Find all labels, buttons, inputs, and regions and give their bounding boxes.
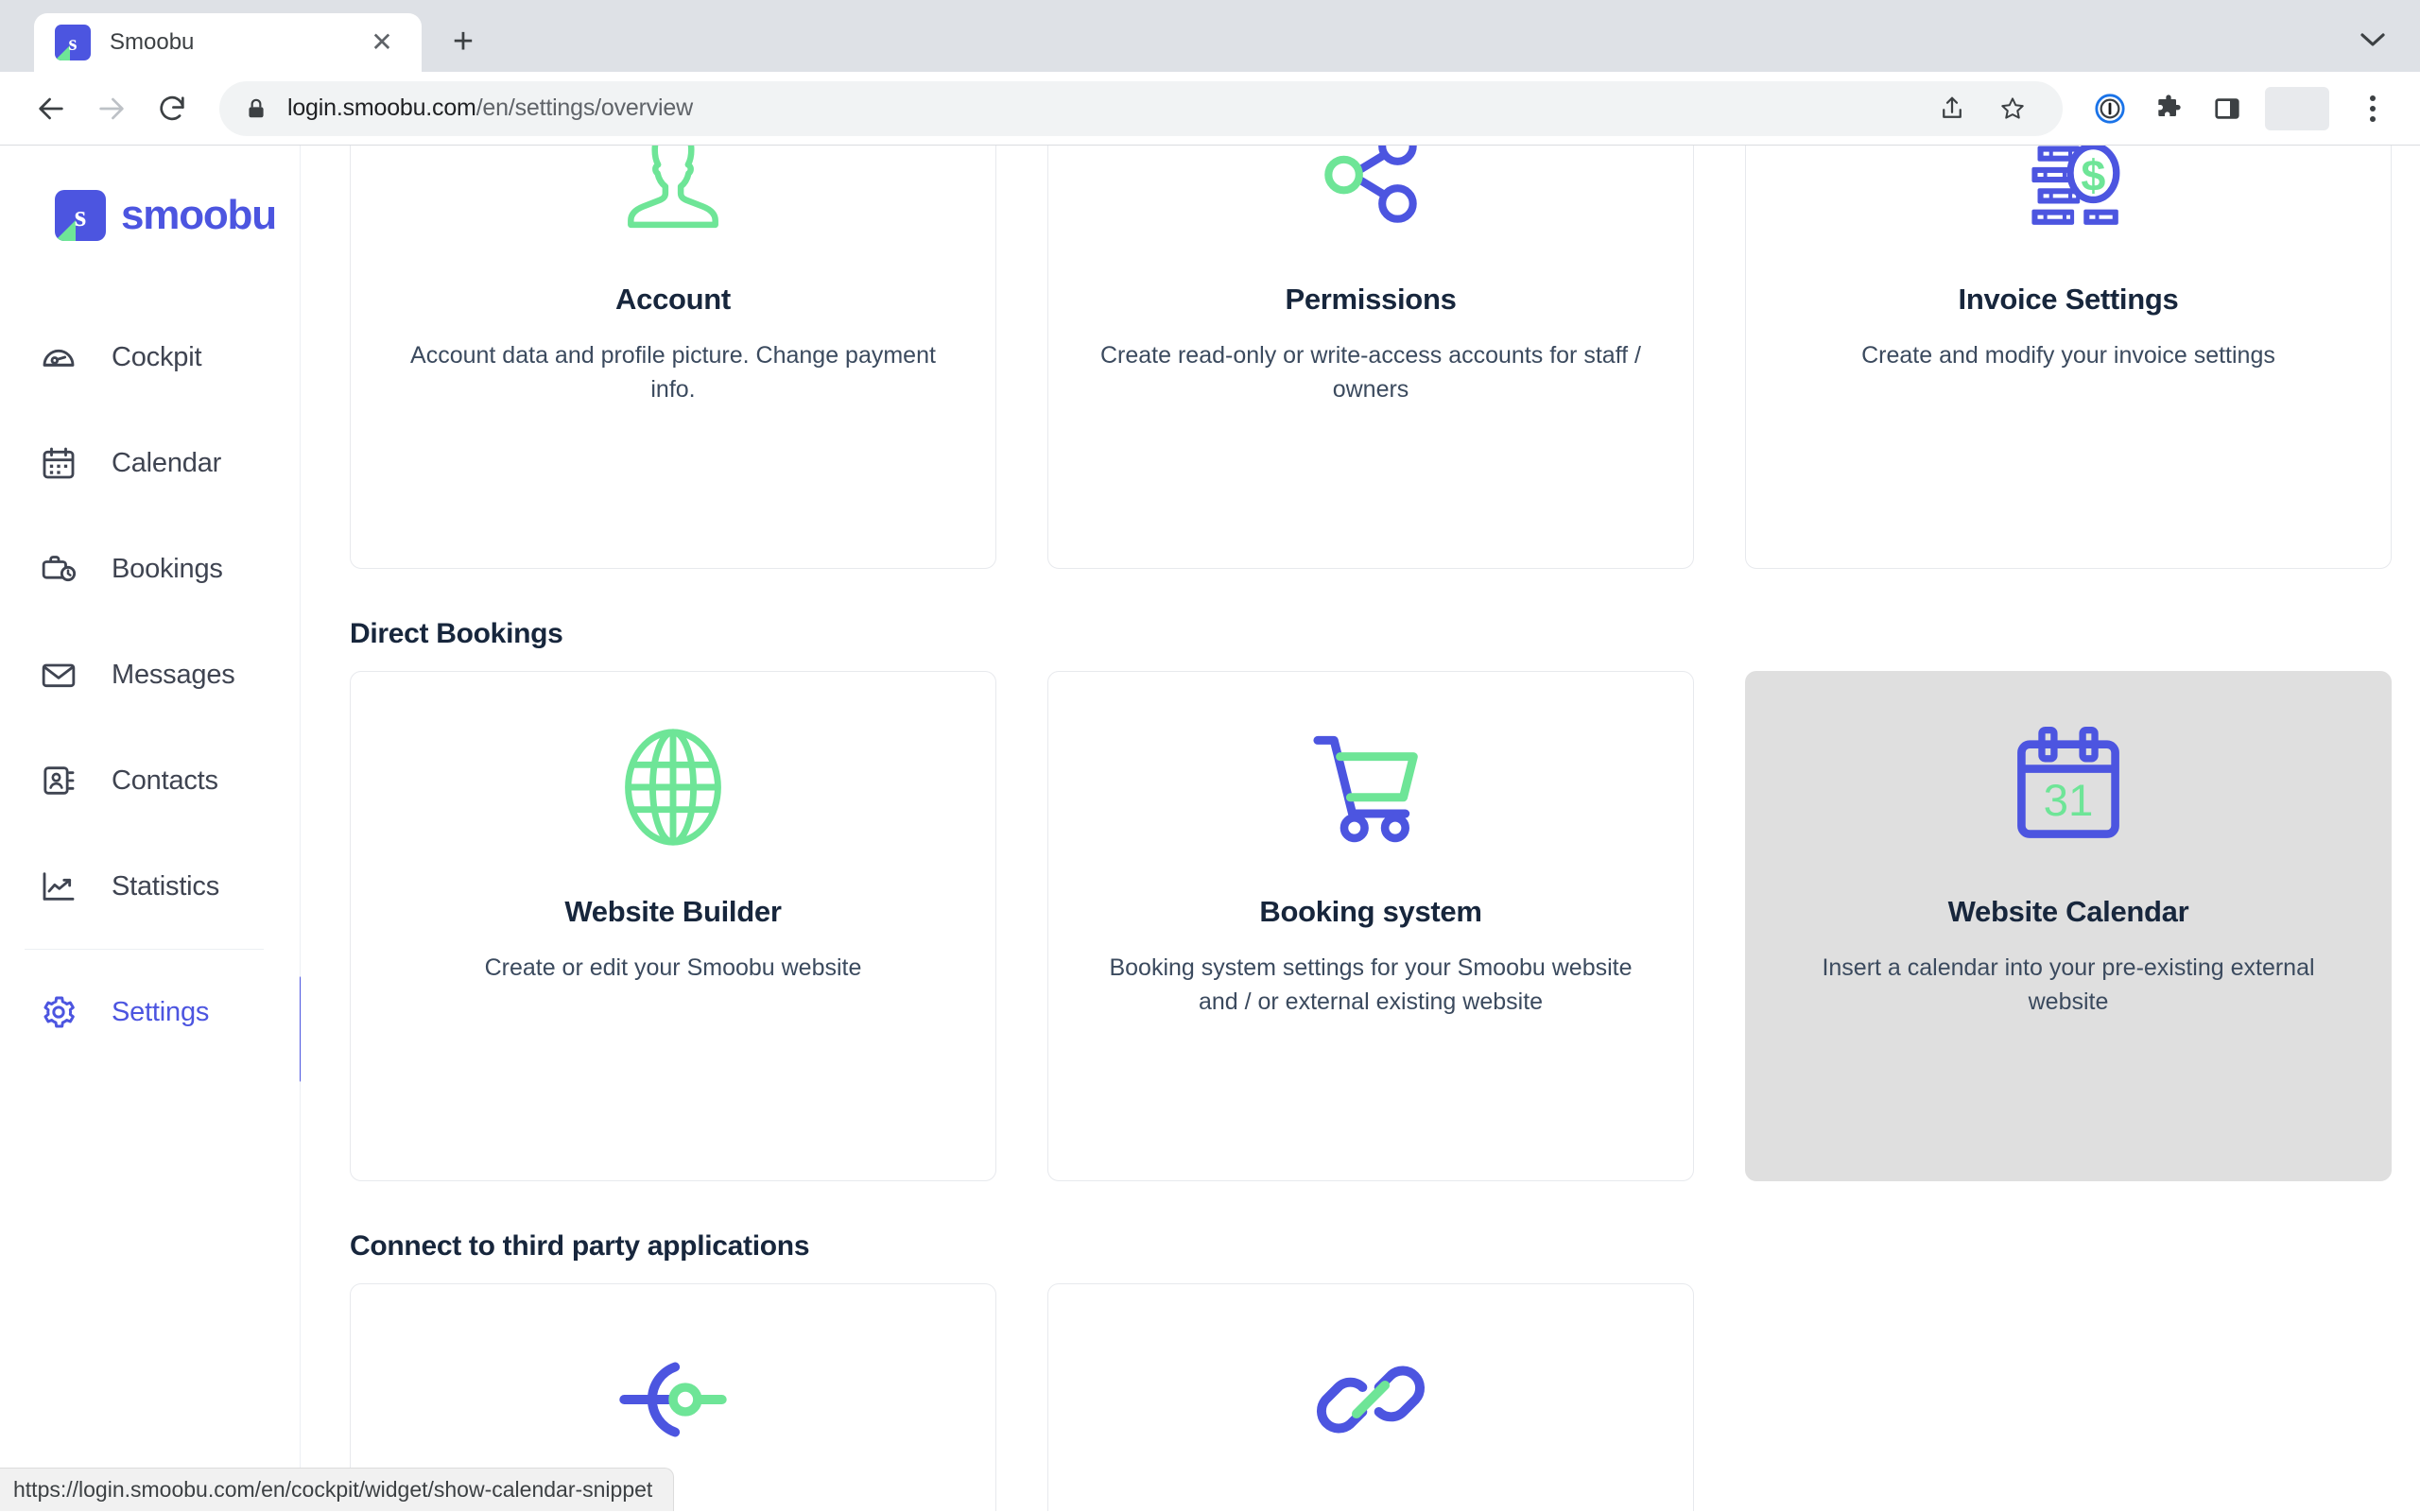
calendar-icon bbox=[40, 444, 89, 482]
browser-menu-icon[interactable] bbox=[2346, 82, 2399, 135]
browser-tab-smoobu[interactable]: s Smoobu ✕ bbox=[34, 13, 422, 72]
reload-icon[interactable] bbox=[142, 78, 202, 139]
card-description: Account data and profile picture. Change… bbox=[410, 342, 936, 403]
sidebar: s smoobu Cockpit Calendar Bookings Messa… bbox=[0, 146, 308, 1511]
address-bar[interactable]: login.smoobu.com/en/settings/overview bbox=[219, 80, 2063, 136]
messages-icon bbox=[40, 656, 89, 694]
profile-avatar[interactable] bbox=[2265, 86, 2329, 130]
sidebar-item-label: Statistics bbox=[112, 870, 220, 902]
card-title: Website Calendar bbox=[1947, 895, 2189, 928]
omnibox-actions bbox=[1927, 83, 2038, 134]
card-account[interactable]: Account Account data and profile picture… bbox=[350, 146, 996, 569]
person-icon bbox=[612, 146, 735, 250]
close-icon[interactable]: ✕ bbox=[363, 24, 401, 61]
shopping-cart-icon bbox=[1305, 712, 1436, 863]
favicon-letter: s bbox=[68, 30, 78, 55]
card-description: Create or edit your Smoobu website bbox=[484, 954, 862, 981]
settings-card-grid-direct-bookings: Website Builder Create or edit your Smoo… bbox=[350, 671, 2392, 1181]
extension-icons bbox=[2083, 82, 2399, 135]
url-host: login.smoobu.com bbox=[287, 94, 476, 121]
side-panel-icon[interactable] bbox=[2201, 82, 2254, 135]
card-title: Booking system bbox=[1259, 895, 1482, 928]
sidebar-item-label: Contacts bbox=[112, 765, 218, 796]
card-title: Invoice Settings bbox=[1958, 283, 2179, 316]
card-description: Create read-only or write-access account… bbox=[1100, 342, 1641, 403]
cockpit-icon bbox=[40, 338, 89, 376]
bookmark-star-icon[interactable] bbox=[1987, 83, 2038, 134]
browser-window: s Smoobu ✕ + login.smoobu.com/en/setting… bbox=[0, 0, 2420, 1512]
card-website-calendar[interactable]: 31 Website Calendar Insert a calendar in… bbox=[1745, 671, 2392, 1181]
sidebar-item-calendar[interactable]: Calendar bbox=[0, 410, 300, 516]
sidebar-item-settings[interactable]: Settings bbox=[0, 959, 308, 1082]
url-text: login.smoobu.com/en/settings/overview bbox=[287, 94, 693, 122]
invoice-money-icon: $ bbox=[2007, 146, 2130, 250]
sidebar-nav: Cockpit Calendar Bookings Messages Conta… bbox=[0, 304, 308, 1082]
extensions-puzzle-icon[interactable] bbox=[2142, 82, 2195, 135]
back-icon[interactable] bbox=[21, 78, 81, 139]
sidebar-item-statistics[interactable]: Statistics bbox=[0, 833, 300, 939]
card-title: Account bbox=[615, 283, 731, 316]
section-heading-third-party: Connect to third party applications bbox=[350, 1230, 810, 1262]
card-booking-system[interactable]: Booking system Booking system settings f… bbox=[1047, 671, 1694, 1181]
logo-mark-letter: s bbox=[74, 198, 87, 232]
card-description: Insert a calendar into your pre-existing… bbox=[1822, 954, 2315, 1015]
card-website-builder[interactable]: Website Builder Create or edit your Smoo… bbox=[350, 671, 996, 1181]
card-link[interactable] bbox=[1047, 1283, 1694, 1511]
contacts-icon bbox=[40, 762, 89, 799]
sidebar-divider bbox=[25, 949, 264, 950]
sidebar-item-cockpit[interactable]: Cockpit bbox=[0, 304, 300, 410]
smoobu-logo-icon: s bbox=[55, 190, 106, 241]
sidebar-item-label: Bookings bbox=[112, 553, 223, 584]
card-invoice-settings[interactable]: $ Invoice Settings Create and modify you… bbox=[1745, 146, 2392, 569]
onepassword-icon[interactable] bbox=[2083, 82, 2136, 135]
svg-text:$: $ bbox=[2081, 150, 2105, 199]
globe-icon bbox=[608, 712, 738, 863]
chevron-down-icon[interactable] bbox=[2346, 15, 2399, 64]
settings-overview-content: Account Account data and profile picture… bbox=[301, 146, 2420, 1511]
api-connector-icon bbox=[608, 1324, 738, 1475]
settings-card-grid-account: Account Account data and profile picture… bbox=[350, 146, 2392, 569]
share-nodes-icon bbox=[1309, 146, 1432, 250]
brand-name: smoobu bbox=[121, 192, 277, 238]
app-viewport: s smoobu Cockpit Calendar Bookings Messa… bbox=[0, 146, 2420, 1511]
section-heading-direct-bookings: Direct Bookings bbox=[350, 618, 563, 649]
svg-text:31: 31 bbox=[2044, 776, 2094, 826]
share-icon[interactable] bbox=[1927, 83, 1978, 134]
tab-title: Smoobu bbox=[110, 29, 195, 55]
card-title: Website Builder bbox=[564, 895, 782, 928]
new-tab-button[interactable]: + bbox=[435, 13, 492, 70]
sidebar-item-label: Settings bbox=[112, 996, 210, 1027]
card-permissions[interactable]: Permissions Create read-only or write-ac… bbox=[1047, 146, 1694, 569]
sidebar-item-messages[interactable]: Messages bbox=[0, 622, 300, 728]
status-bar-url: https://login.smoobu.com/en/cockpit/widg… bbox=[0, 1468, 675, 1511]
sidebar-item-label: Messages bbox=[112, 659, 235, 690]
sidebar-item-label: Cockpit bbox=[112, 341, 202, 372]
card-title: Permissions bbox=[1285, 283, 1457, 316]
card-description: Create and modify your invoice settings bbox=[1861, 342, 2275, 369]
forward-icon bbox=[81, 78, 142, 139]
tab-strip: s Smoobu ✕ + bbox=[0, 0, 2420, 72]
statistics-icon bbox=[40, 868, 89, 905]
card-description: Booking system settings for your Smoobu … bbox=[1109, 954, 1633, 1015]
calendar-31-icon: 31 bbox=[2003, 712, 2134, 863]
smoobu-logo[interactable]: s smoobu bbox=[0, 168, 300, 263]
sidebar-item-bookings[interactable]: Bookings bbox=[0, 516, 300, 622]
chain-link-icon bbox=[1305, 1324, 1436, 1475]
browser-toolbar: login.smoobu.com/en/settings/overview bbox=[0, 72, 2420, 146]
sidebar-item-label: Calendar bbox=[112, 447, 222, 478]
smoobu-favicon-icon: s bbox=[55, 25, 91, 60]
bookings-icon bbox=[40, 550, 89, 588]
settings-gear-icon bbox=[40, 993, 89, 1031]
lock-icon bbox=[244, 96, 268, 121]
sidebar-item-contacts[interactable]: Contacts bbox=[0, 728, 300, 833]
url-path: /en/settings/overview bbox=[475, 94, 693, 121]
